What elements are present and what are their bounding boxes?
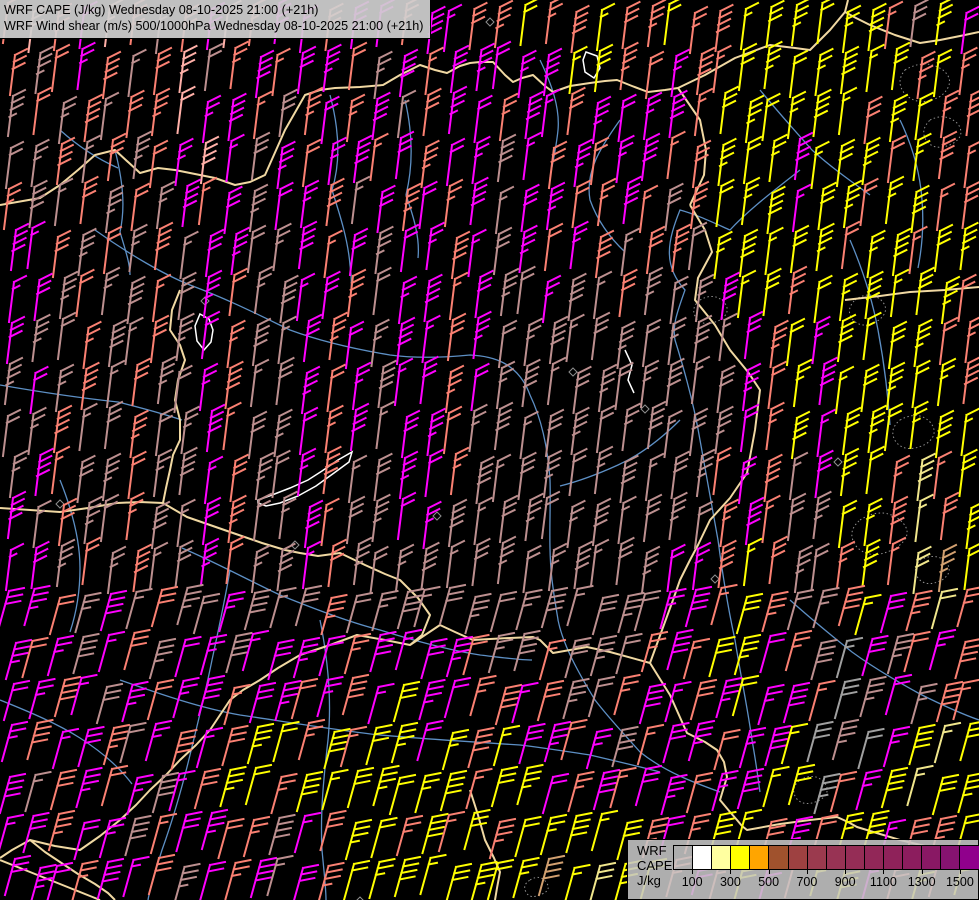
cape-legend: WRF CAPE J/kg 10030050070090011001300150… — [627, 839, 979, 900]
legend-color-box — [789, 845, 808, 870]
legend-tick-mark — [692, 869, 693, 874]
legend-color-box — [903, 845, 922, 870]
legend-color-box — [960, 845, 979, 870]
legend-tick-label: 700 — [796, 875, 817, 889]
title-line-shear: WRF Wind shear (m/s) 500/1000hPa Wednesd… — [4, 18, 423, 34]
weather-map — [0, 0, 979, 900]
legend-tick-label: 500 — [758, 875, 779, 889]
map-background — [0, 0, 979, 900]
legend-label-wrf: WRF — [637, 843, 672, 858]
legend-tick-mark — [883, 869, 884, 874]
legend-color-box — [846, 845, 865, 870]
legend-tick-row: 100 300 500 700 900 1100 1300 1500 — [628, 869, 978, 899]
legend-tick-mark — [960, 869, 961, 874]
legend-tick-label: 1500 — [946, 875, 974, 889]
legend-tick-label: 1300 — [908, 875, 936, 889]
legend-tick-label: 100 — [682, 875, 703, 889]
legend-tick-mark — [730, 869, 731, 874]
legend-color-box — [673, 845, 693, 870]
legend-color-box — [712, 845, 731, 870]
legend-tick-label: 900 — [835, 875, 856, 889]
legend-color-box — [808, 845, 827, 870]
legend-tick-label: 1100 — [870, 875, 897, 889]
legend-color-box — [750, 845, 769, 870]
legend-tick-mark — [845, 869, 846, 874]
legend-color-box — [731, 845, 750, 870]
legend-tick-label: 300 — [720, 875, 741, 889]
legend-color-box — [922, 845, 941, 870]
legend-tick-mark — [807, 869, 808, 874]
legend-color-scale — [673, 845, 979, 868]
legend-color-box — [769, 845, 788, 870]
legend-color-box — [941, 845, 960, 870]
legend-color-box — [884, 845, 903, 870]
legend-color-box — [865, 845, 884, 870]
legend-color-box — [693, 845, 712, 870]
legend-tick-mark — [769, 869, 770, 874]
map-title-overlay: WRF CAPE (J/kg) Wednesday 08-10-2025 21:… — [0, 0, 431, 39]
weather-chart: WRF CAPE (J/kg) Wednesday 08-10-2025 21:… — [0, 0, 979, 900]
legend-color-box — [827, 845, 846, 870]
legend-tick-mark — [922, 869, 923, 874]
title-line-cape: WRF CAPE (J/kg) Wednesday 08-10-2025 21:… — [4, 2, 423, 18]
